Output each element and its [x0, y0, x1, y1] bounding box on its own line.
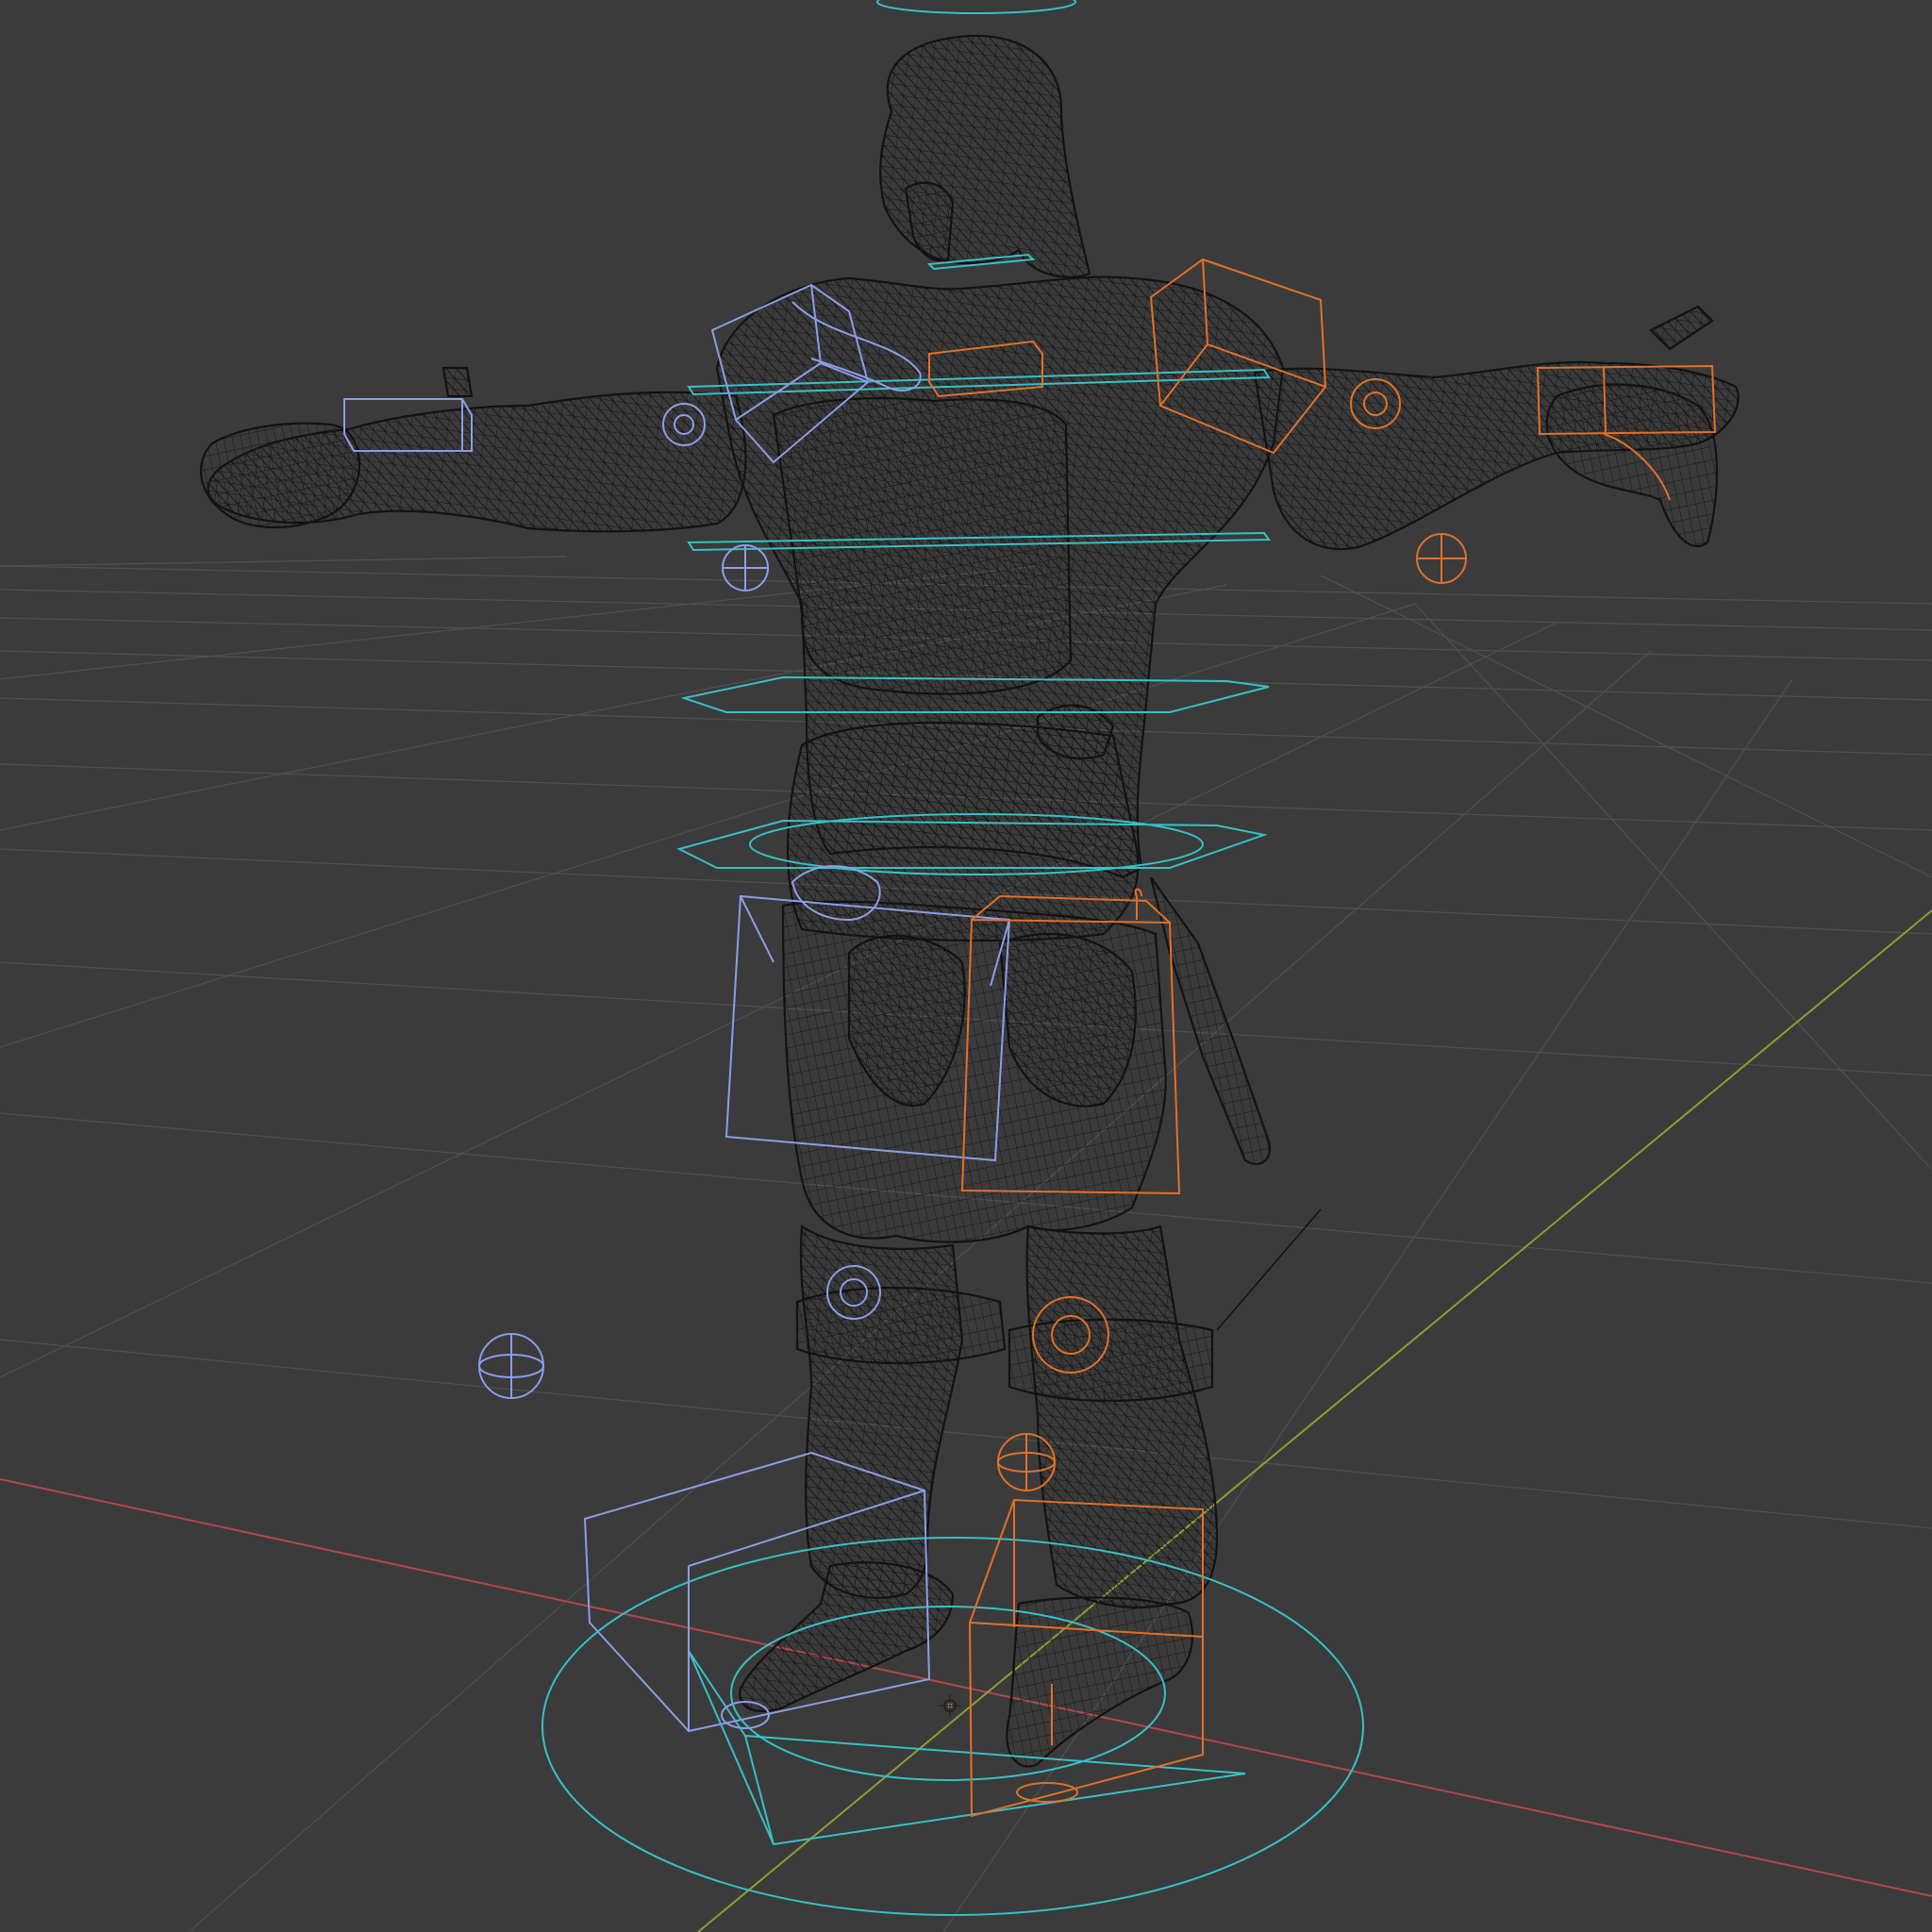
origin-marker[interactable]: [939, 1694, 961, 1717]
root-arrow-control[interactable]: [743, 1734, 1246, 1846]
left-hand-mesh[interactable]: [199, 422, 361, 529]
3d-viewport[interactable]: [0, 0, 1932, 1932]
right-hand-mesh[interactable]: [1545, 383, 1719, 548]
right-boot-mesh[interactable]: [1006, 1596, 1193, 1768]
scene-canvas[interactable]: [0, 0, 1932, 1932]
left-boot-mesh[interactable]: [739, 1561, 955, 1712]
x-axis-line: [0, 1478, 1932, 1897]
head-top-control[interactable]: [876, 0, 1076, 14]
right-knee-cuff[interactable]: [1008, 1318, 1214, 1403]
helper-line: [1216, 1208, 1322, 1331]
sword-mesh[interactable]: [1149, 876, 1272, 1165]
head-mesh[interactable]: [879, 34, 1091, 278]
character-mesh[interactable]: [199, 34, 1740, 1768]
left-leg-mesh[interactable]: [799, 1224, 964, 1599]
right-leg-mesh[interactable]: [1025, 1224, 1219, 1609]
